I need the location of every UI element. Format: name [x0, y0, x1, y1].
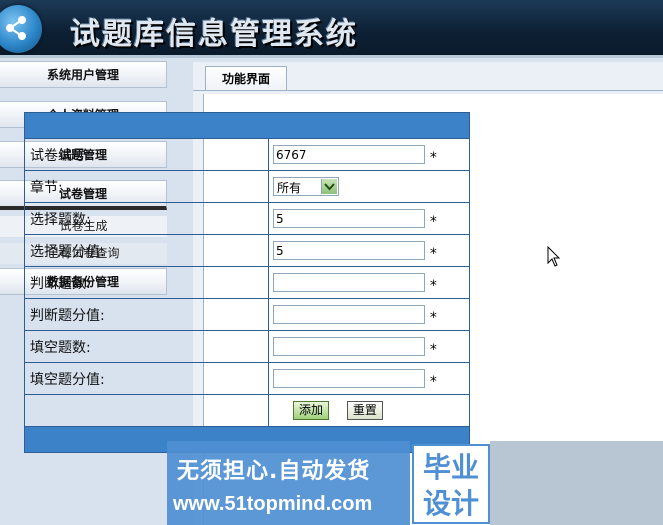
fill-count-input[interactable]: [273, 337, 425, 356]
chapter-select-value: 所有: [277, 181, 302, 195]
required-mark: *: [429, 213, 437, 230]
required-mark: *: [429, 245, 437, 262]
form-row: 填空题数: *: [24, 330, 470, 363]
chevron-down-icon[interactable]: [321, 179, 337, 194]
tab-function[interactable]: 功能界面: [205, 66, 287, 91]
judge-score-input[interactable]: [273, 305, 425, 324]
watermark-badge-line1: 毕业: [422, 451, 479, 484]
choice-count-label: 选择题数:: [24, 202, 269, 235]
judge-score-label: 判断题分值:: [24, 298, 269, 331]
required-mark: *: [429, 309, 437, 326]
chapter-label: 章节:: [24, 170, 269, 203]
fill-score-label: 填空题分值:: [24, 362, 269, 395]
choice-score-label: 选择题分值:: [24, 234, 269, 267]
form-row: 试卷编号: *: [24, 138, 470, 171]
watermark-url: www.51topmind.com: [173, 493, 373, 515]
watermark-badge: 毕业 设计: [412, 444, 490, 524]
judge-count-label: 判断题数:: [24, 266, 269, 299]
fill-count-label: 填空题数:: [24, 330, 269, 363]
empty-cell: [24, 394, 269, 427]
form-row: 判断题分值: *: [24, 298, 470, 331]
form-row: 选择题分值: *: [24, 234, 470, 267]
share-icon: [0, 5, 42, 53]
required-mark: *: [429, 149, 437, 166]
form-row: 选择题数: *: [24, 202, 470, 235]
paper-id-label: 试卷编号:: [24, 138, 269, 171]
fill-score-input[interactable]: [273, 369, 425, 388]
form-header-bar: [24, 112, 470, 139]
judge-count-input[interactable]: [273, 273, 425, 292]
form-row: 章节: 所有: [24, 170, 470, 203]
watermark-banner: 无须担心.自动发货 www.51topmind.com 毕业 设计: [167, 441, 663, 525]
required-mark: *: [429, 341, 437, 358]
form-actions-row: 添加 重置: [24, 394, 470, 427]
mouse-cursor-icon: [547, 246, 561, 267]
paper-form: 试卷编号: * 章节: 所有 选择题数: * 选择题分值: *: [24, 112, 470, 453]
form-row: 填空题分值: *: [24, 362, 470, 395]
required-mark: *: [429, 373, 437, 390]
watermark-slogan: 无须担心.自动发货: [177, 459, 371, 484]
reset-button[interactable]: 重置: [346, 401, 383, 420]
menu-system-users[interactable]: 系统用户管理: [0, 61, 167, 88]
app-title: 试题库信息管理系统: [70, 17, 358, 52]
required-mark: *: [429, 277, 437, 294]
form-row: 判断题数: *: [24, 266, 470, 299]
watermark-gray-block: [490, 441, 663, 525]
tab-divider: [193, 90, 663, 91]
chapter-select[interactable]: 所有: [273, 177, 339, 196]
paper-id-input[interactable]: [273, 145, 425, 164]
watermark-badge-line2: 设计: [422, 487, 479, 520]
add-button[interactable]: 添加: [293, 401, 330, 420]
app-header: 试题库信息管理系统: [0, 0, 663, 58]
choice-count-input[interactable]: [273, 209, 425, 228]
choice-score-input[interactable]: [273, 241, 425, 260]
